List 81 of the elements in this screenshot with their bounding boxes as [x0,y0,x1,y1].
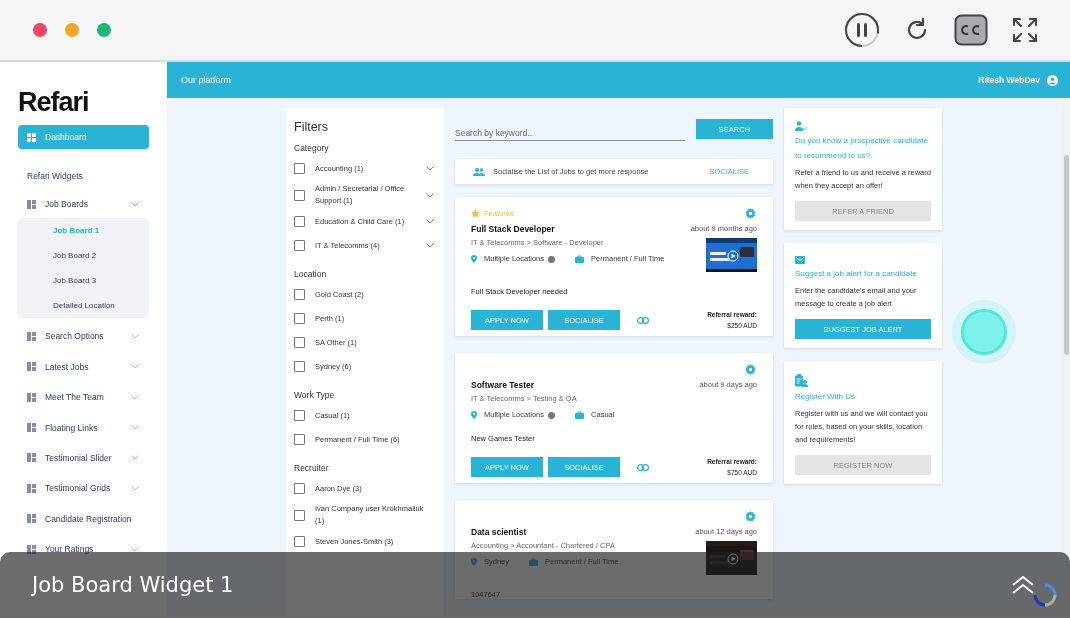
pause-button[interactable] [844,12,880,48]
location-pin-icon [471,557,477,566]
scrollbar-thumb[interactable] [1063,155,1069,355]
briefcase-icon [529,557,539,566]
submenu-item[interactable]: Job Board 2 [18,243,149,269]
nav-item[interactable]: Candidate Registration [18,506,149,531]
location-pin-icon [471,254,477,263]
star-icon [471,208,480,218]
user-check-icon [795,121,807,131]
chevron-down-icon[interactable] [426,192,434,198]
location-pin-icon [471,410,477,419]
chevron-down-icon[interactable] [426,219,434,224]
card-title: Suggest a job alert for a candidate [795,268,917,280]
link-icon[interactable] [637,463,649,471]
checkbox[interactable] [294,163,305,174]
job-title[interactable]: Full Stack Developer [471,224,665,234]
checkbox[interactable] [294,313,305,324]
checkbox[interactable] [294,337,305,348]
submenu-item[interactable]: Job Board 3 [18,268,149,294]
filter-group-title: Recruiter [294,463,330,473]
checkbox[interactable] [294,410,305,421]
layout-icon [27,199,36,209]
captions-button[interactable] [954,14,988,46]
briefcase-icon [575,254,585,263]
layout-icon [27,514,36,524]
layout-icon [27,423,36,433]
filter-group-title: Work Type [294,390,336,400]
info-icon[interactable] [548,256,556,263]
checkbox[interactable] [294,216,305,227]
checkbox[interactable] [294,536,305,547]
checkbox[interactable] [294,189,305,201]
card-title: Do you know a prospective candidate to recommend to us? [795,135,929,162]
chevron-down-icon[interactable] [426,166,434,171]
double-chevron-up-icon[interactable] [1011,576,1035,594]
checkbox[interactable] [294,361,305,372]
link-icon[interactable] [637,316,649,324]
filter-group-title: Location [294,269,328,279]
nav-item[interactable]: Latest Jobs [18,354,149,379]
checkbox[interactable] [294,434,305,445]
filters-title: Filters [294,120,330,134]
logo: Refari [18,88,90,116]
nav-item[interactable]: Testimonial Slider [18,445,149,470]
settings-icon[interactable] [745,363,756,375]
nav-item[interactable]: Search Options [18,324,149,349]
job-title[interactable]: Software Tester [471,380,615,390]
window-buttons-icon[interactable] [33,23,111,37]
layout-icon [27,453,36,463]
submenu-item[interactable]: Detailed Location [18,293,149,319]
card-title: Register With Us [795,391,855,403]
briefcase-icon [575,410,585,419]
nav-heading: Refari Widgets [26,170,84,183]
info-icon[interactable] [548,412,556,419]
grid-icon [27,132,36,142]
nav-item[interactable]: Meet The Team [18,385,149,410]
job-title[interactable]: Data scientist [471,527,619,537]
user-icon[interactable] [1047,74,1058,86]
settings-icon[interactable] [745,207,756,219]
chevron-down-icon[interactable] [426,243,434,248]
layout-icon [27,331,36,341]
clipboard-user-icon [795,374,808,387]
nav-item[interactable]: Floating Links [18,415,149,440]
nav-item[interactable]: Job Boards [18,192,149,216]
envelope-icon [795,256,805,264]
header-title: Our platform [181,75,231,85]
filter-group-title: Category [294,143,330,153]
settings-icon[interactable] [745,510,756,522]
people-icon [473,167,485,176]
nav-item[interactable]: Your Ratings [18,537,149,562]
layout-icon [27,544,36,554]
checkbox[interactable] [294,483,305,494]
checkbox[interactable] [294,509,305,521]
fullscreen-icon[interactable] [1012,17,1038,43]
checkbox[interactable] [294,289,305,300]
recaptcha-icon [1032,582,1058,608]
layout-icon [27,362,36,372]
layout-icon [27,483,36,493]
checkbox[interactable] [294,240,305,251]
video-title: Job Board Widget 1 [32,573,234,597]
layout-icon [27,392,36,402]
search-field[interactable]: Search by keyword.. [455,126,685,141]
nav-item[interactable]: Testimonial Grids [18,476,149,501]
